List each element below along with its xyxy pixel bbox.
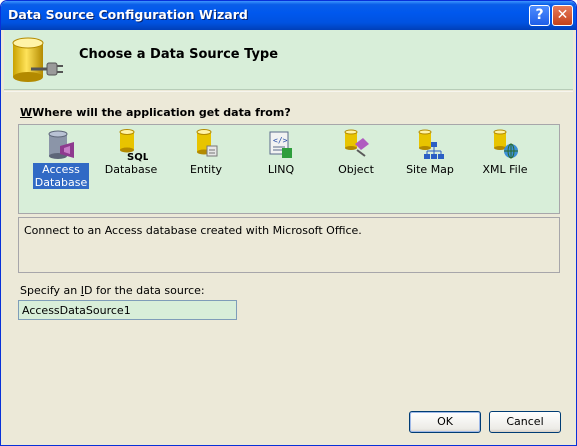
source-question-label: WWhere will the application get data fro…	[20, 106, 291, 119]
type-item-access-database[interactable]: Access Database	[29, 128, 93, 192]
type-label-database: Database	[104, 163, 158, 176]
data-source-type-list[interactable]: Access Database SQL Database Entity </> …	[18, 124, 560, 214]
type-label-site-map: Site Map	[406, 163, 454, 176]
type-label-access: Access Database	[32, 163, 90, 189]
site-map-icon	[418, 129, 444, 159]
type-label-entity: Entity	[189, 163, 223, 176]
type-label-linq: LINQ	[267, 163, 295, 176]
type-description-text: Connect to an Access database created wi…	[24, 224, 362, 237]
access-database-icon	[48, 130, 74, 159]
database-connect-icon	[12, 37, 63, 82]
type-label-object: Object	[338, 163, 374, 176]
type-item-xml-file[interactable]: XML File	[473, 128, 537, 192]
banner-title: Choose a Data Source Type	[79, 47, 279, 62]
type-item-site-map[interactable]: Site Map	[398, 128, 462, 192]
cancel-button[interactable]: Cancel	[489, 411, 561, 433]
wizard-window: Data Source Configuration Wizard ? ✕ Cho…	[0, 0, 577, 446]
title-bar[interactable]: Data Source Configuration Wizard ? ✕	[1, 1, 576, 30]
ok-button[interactable]: OK	[409, 411, 481, 433]
sql-database-icon: SQL	[119, 129, 148, 162]
help-button[interactable]: ?	[529, 5, 550, 26]
close-button[interactable]: ✕	[552, 5, 573, 26]
data-source-id-input[interactable]	[18, 300, 237, 320]
type-item-database[interactable]: SQL Database	[99, 128, 163, 192]
svg-text:SQL: SQL	[127, 152, 148, 162]
banner-separator	[4, 91, 573, 92]
window-title: Data Source Configuration Wizard	[8, 7, 248, 22]
type-description-box: Connect to an Access database created wi…	[18, 217, 560, 273]
question-text: Where will the application get data from…	[32, 106, 291, 119]
svg-text:</>: </>	[273, 136, 288, 145]
type-label-xml-file: XML File	[482, 163, 528, 176]
type-item-object[interactable]: Object	[324, 128, 388, 192]
wizard-banner: Choose a Data Source Type	[4, 30, 573, 90]
type-item-entity[interactable]: Entity	[174, 128, 238, 192]
id-field-label: Specify an ID for the data source:	[20, 284, 205, 297]
xml-file-icon	[493, 129, 518, 159]
linq-icon: </>	[269, 131, 292, 158]
object-icon	[344, 129, 369, 157]
type-item-linq[interactable]: </> LINQ	[249, 128, 313, 192]
entity-icon	[196, 129, 218, 157]
